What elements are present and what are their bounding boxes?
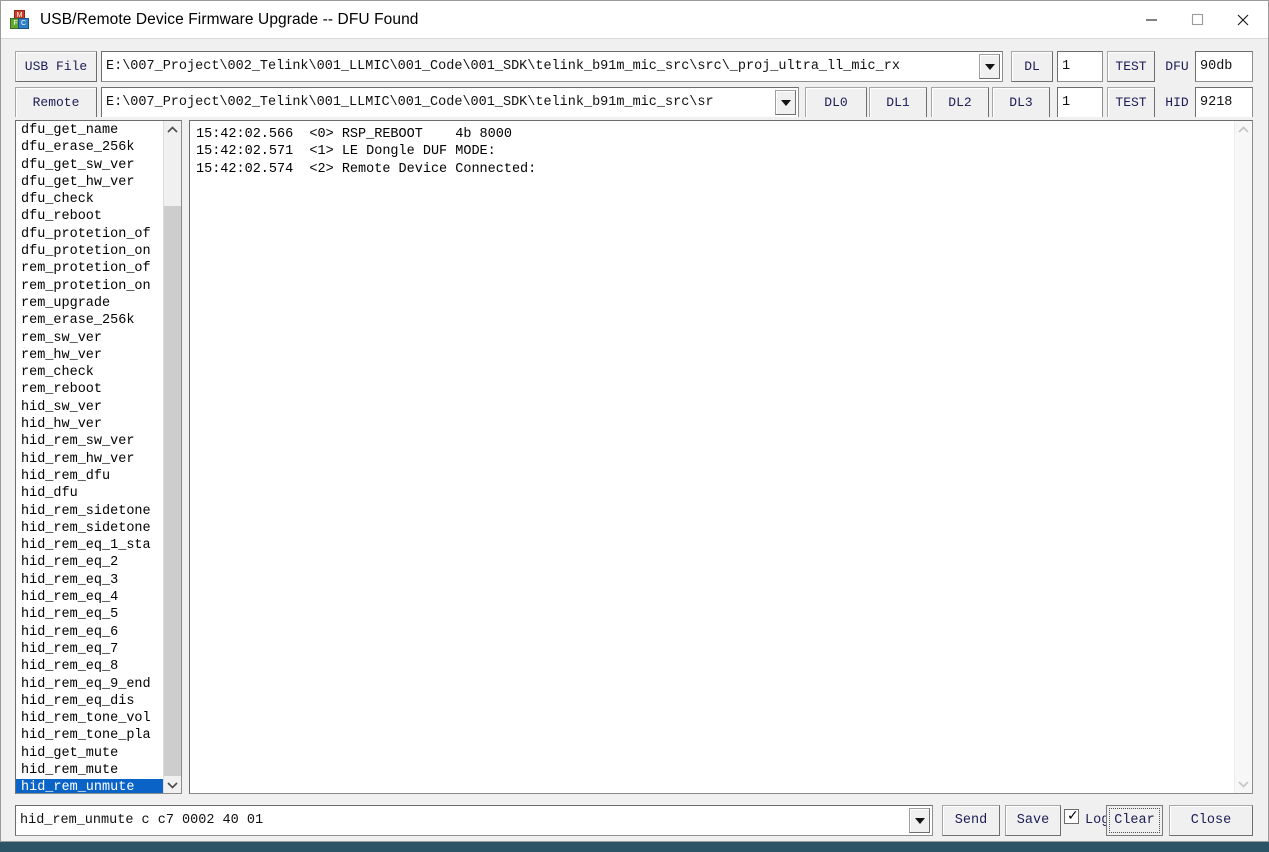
command-list-scrollbar[interactable] (163, 121, 181, 793)
app-blocks-icon: M F C (10, 9, 30, 30)
hid-count-input[interactable]: 1 (1057, 87, 1103, 118)
log-line: 15:42:02.571 <1> LE Dongle DUF MODE: (196, 144, 496, 160)
list-item[interactable]: hid_rem_eq_2 (16, 554, 163, 571)
usb-file-path: E:\007_Project\002_Telink\001_LLMIC\001_… (106, 59, 900, 74)
taskbar-strip (0, 842, 1269, 852)
list-item[interactable]: hid_rem_sidetone (16, 503, 163, 520)
send-button[interactable]: Send (942, 805, 1000, 836)
toolbar: USB File E:\007_Project\002_Telink\001_L… (1, 38, 1268, 118)
log-lines: 15:42:02.566 <0> RSP_REBOOT 4b 8000 15:42… (190, 121, 1234, 793)
list-item[interactable]: hid_rem_hw_ver (16, 451, 163, 468)
dl2-button[interactable]: DL2 (931, 87, 989, 118)
log-scrollbar[interactable] (1234, 121, 1252, 793)
maximize-icon[interactable] (1174, 2, 1220, 38)
log-line: 15:42:02.566 <0> RSP_REBOOT 4b 8000 (196, 127, 512, 142)
title-bar: M F C USB/Remote Device Firmware Upgrade… (1, 1, 1268, 38)
clear-button[interactable]: Clear (1106, 805, 1163, 836)
list-item[interactable]: rem_protetion_of (16, 260, 163, 277)
list-item[interactable]: dfu_get_sw_ver (16, 157, 163, 174)
remote-file-dropdown-icon[interactable] (775, 90, 796, 115)
log-scroll-down-icon[interactable] (1235, 775, 1252, 793)
list-item[interactable]: hid_rem_eq_1_sta (16, 537, 163, 554)
list-item[interactable]: dfu_reboot (16, 208, 163, 225)
list-item[interactable]: dfu_protetion_on (16, 243, 163, 260)
command-input-combo[interactable]: hid_rem_unmute c c7 0002 40 01 (15, 805, 933, 836)
test-dfu-button[interactable]: TEST (1107, 51, 1155, 82)
list-item[interactable]: hid_sw_ver (16, 399, 163, 416)
list-item[interactable]: dfu_protetion_of (16, 226, 163, 243)
list-item[interactable]: hid_dfu (16, 485, 163, 502)
list-item[interactable]: hid_rem_tone_vol (16, 710, 163, 727)
list-item[interactable]: hid_rem_sidetone (16, 520, 163, 537)
log-line: 15:42:02.574 <2> Remote Device Connected… (196, 161, 537, 177)
list-item[interactable]: hid_get_mute (16, 745, 163, 762)
command-dropdown-icon[interactable] (909, 808, 930, 833)
list-item[interactable]: hid_rem_eq_3 (16, 572, 163, 589)
list-item[interactable]: hid_rem_tone_pla (16, 727, 163, 744)
list-item[interactable]: hid_rem_mute (16, 762, 163, 779)
list-item[interactable]: rem_reboot (16, 381, 163, 398)
dfu-value-input[interactable]: 90db (1195, 51, 1253, 82)
hid-value-input[interactable]: 9218 (1195, 87, 1253, 118)
dfu-count-input[interactable]: 1 (1057, 51, 1103, 82)
toolbar-row-usb: USB File E:\007_Project\002_Telink\001_L… (1, 51, 1268, 82)
list-item[interactable]: hid_rem_eq_4 (16, 589, 163, 606)
close-button[interactable]: Close (1169, 805, 1253, 836)
list-item[interactable]: dfu_check (16, 191, 163, 208)
dl0-button[interactable]: DL0 (805, 87, 867, 118)
list-item[interactable]: rem_sw_ver (16, 330, 163, 347)
log-output-panel[interactable]: 15:42:02.566 <0> RSP_REBOOT 4b 8000 15:42… (189, 120, 1253, 794)
dl-button[interactable]: DL (1011, 51, 1053, 82)
list-item[interactable]: hid_rem_eq_8 (16, 658, 163, 675)
minimize-icon[interactable] (1128, 2, 1174, 38)
command-list-items: dfu_get_name dfu_erase_256k dfu_get_sw_ver… (16, 121, 163, 793)
scroll-thumb[interactable] (164, 206, 181, 777)
usb-file-combo[interactable]: E:\007_Project\002_Telink\001_LLMIC\001_… (101, 51, 1003, 82)
app-window: M F C USB/Remote Device Firmware Upgrade… (0, 0, 1269, 842)
usb-file-dropdown-icon[interactable] (979, 54, 1000, 79)
close-icon[interactable] (1220, 2, 1266, 38)
scroll-down-icon[interactable] (164, 776, 181, 793)
list-item[interactable]: rem_erase_256k (16, 312, 163, 329)
command-input[interactable]: hid_rem_unmute c c7 0002 40 01 (16, 806, 909, 835)
scroll-up-icon[interactable] (164, 121, 181, 138)
window-controls (1128, 2, 1266, 38)
list-item[interactable]: rem_protetion_on (16, 278, 163, 295)
remote-button[interactable]: Remote (15, 87, 97, 118)
list-item[interactable]: hid_rem_eq_5 (16, 606, 163, 623)
list-item[interactable]: hid_rem_eq_dis (16, 693, 163, 710)
remote-file-combo[interactable]: E:\007_Project\002_Telink\001_LLMIC\001_… (101, 87, 799, 118)
list-item[interactable]: hid_hw_ver (16, 416, 163, 433)
command-listbox[interactable]: dfu_get_name dfu_erase_256k dfu_get_sw_ver… (15, 120, 182, 794)
list-item[interactable]: hid_rem_dfu (16, 468, 163, 485)
list-item[interactable]: dfu_erase_256k (16, 139, 163, 156)
list-item[interactable]: hid_rem_unmute (16, 779, 163, 793)
list-item[interactable]: hid_rem_eq_9_end (16, 676, 163, 693)
list-item[interactable]: dfu_get_hw_ver (16, 174, 163, 191)
toolbar-row-remote: Remote E:\007_Project\002_Telink\001_LLM… (1, 87, 1268, 118)
main-content: dfu_get_name dfu_erase_256k dfu_get_sw_ver… (1, 117, 1268, 799)
list-item[interactable]: rem_hw_ver (16, 347, 163, 364)
save-button[interactable]: Save (1005, 805, 1061, 836)
bottom-bar: hid_rem_unmute c c7 0002 40 01 Send Save… (1, 799, 1268, 841)
log-scroll-up-icon[interactable] (1235, 121, 1252, 139)
list-item[interactable]: hid_rem_sw_ver (16, 433, 163, 450)
window-title: USB/Remote Device Firmware Upgrade -- DF… (40, 10, 419, 28)
list-item[interactable]: hid_rem_eq_7 (16, 641, 163, 658)
list-item[interactable]: hid_rem_eq_6 (16, 624, 163, 641)
dl3-button[interactable]: DL3 (992, 87, 1050, 118)
dfu-label: DFU (1165, 59, 1189, 74)
remote-file-path: E:\007_Project\002_Telink\001_LLMIC\001_… (106, 95, 714, 110)
check-icon: ✓ (1067, 808, 1079, 824)
dl1-button[interactable]: DL1 (869, 87, 927, 118)
log-checkbox[interactable]: ✓ (1064, 809, 1079, 824)
test-hid-button[interactable]: TEST (1107, 87, 1155, 118)
list-item[interactable]: rem_check (16, 364, 163, 381)
usb-file-button[interactable]: USB File (15, 51, 97, 82)
list-item[interactable]: rem_upgrade (16, 295, 163, 312)
list-item[interactable]: dfu_get_name (16, 122, 163, 139)
hid-label: HID (1165, 95, 1189, 110)
